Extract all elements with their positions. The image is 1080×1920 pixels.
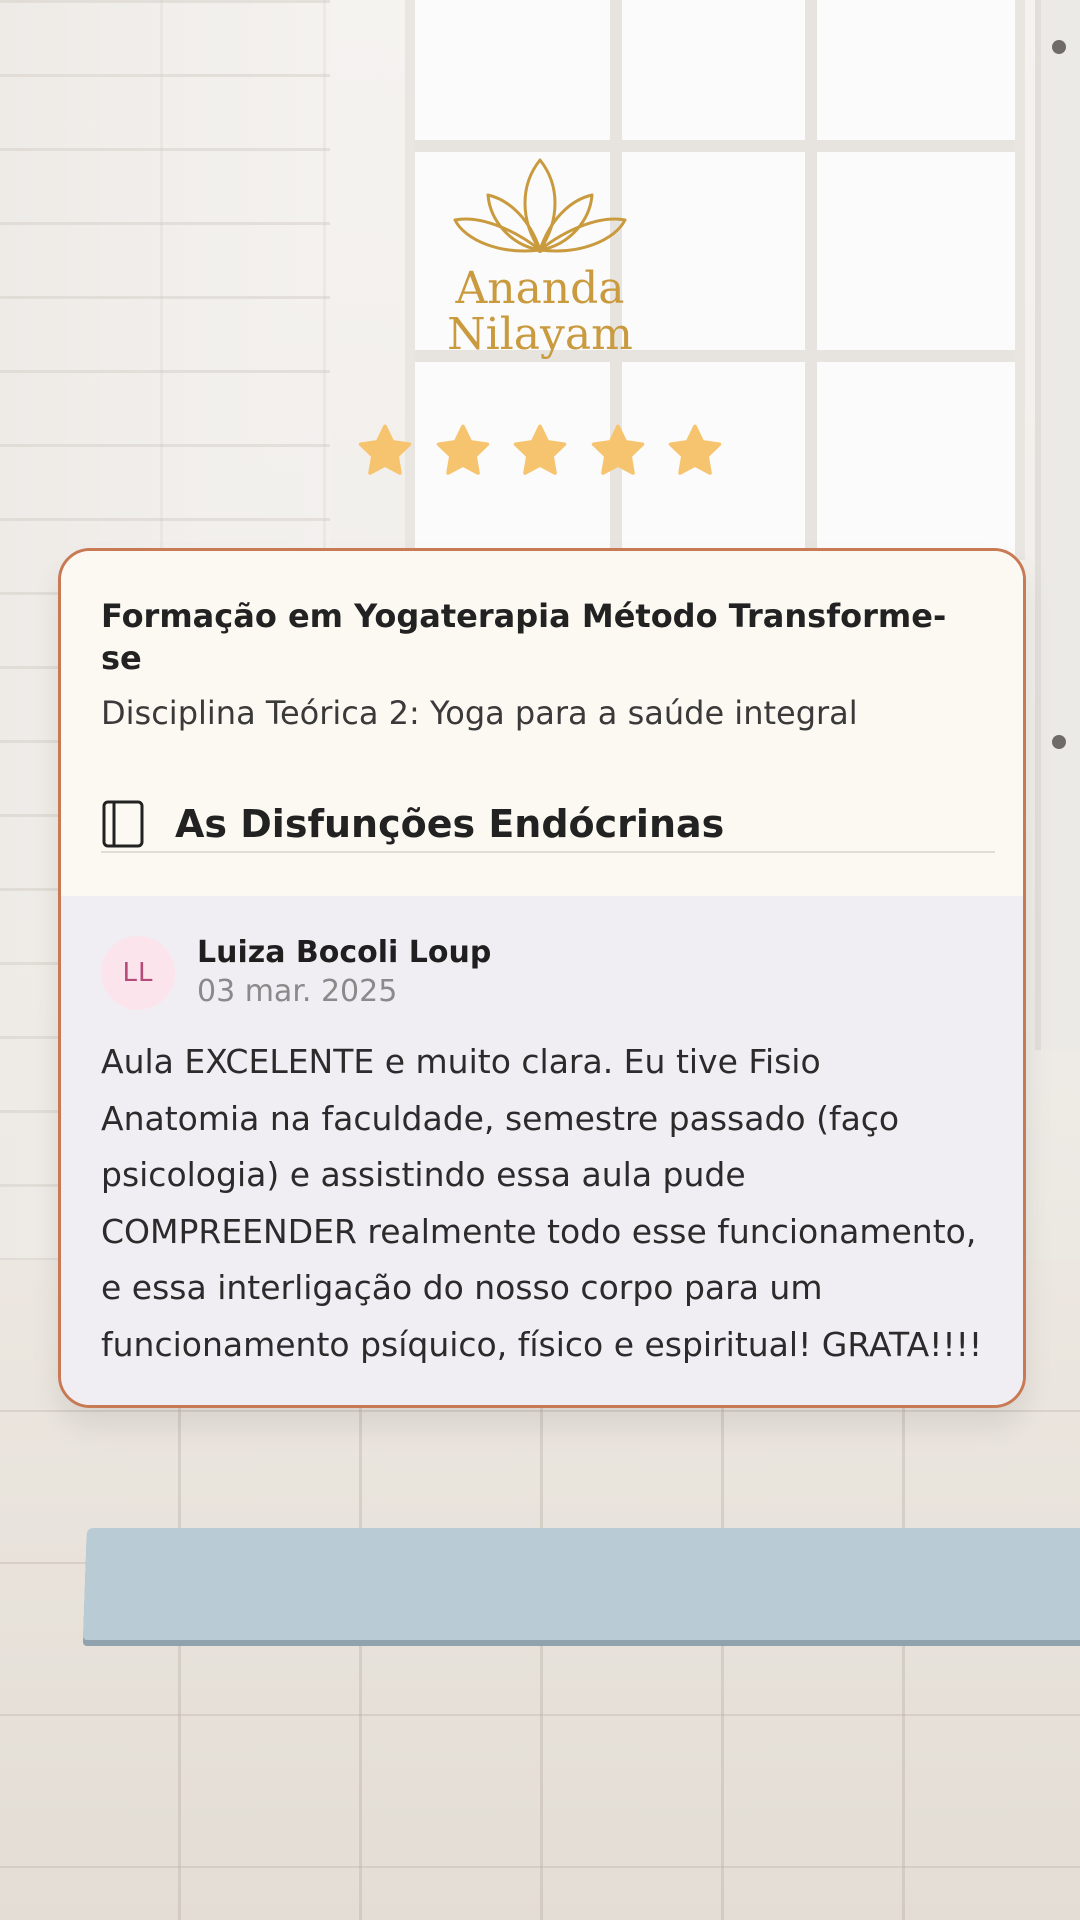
star-icon [358,424,412,475]
lesson-row: As Disfunções Endócrinas [101,799,983,849]
course-header: Formação em Yogaterapia Método Transform… [61,551,1023,896]
review-section: LL Luiza Bocoli Loup 03 mar. 2025 Aula E… [61,896,1023,1405]
rating-stars [356,422,724,480]
brand-name-line2: Nilayam [447,309,633,360]
course-title: Formação em Yogaterapia Método Transform… [101,597,947,677]
review-text: Aula EXCELENTE e muito clara. Eu tive Fi… [101,1042,983,1364]
door-knob [1052,735,1066,749]
star-icon [668,424,722,475]
lesson-title: As Disfunções Endócrinas [175,802,725,846]
star-icon [436,424,489,475]
course-subtitle: Disciplina Teórica 2: Yoga para a saúde … [101,694,858,732]
window-mullion [805,0,817,560]
reviewer-info: LL Luiza Bocoli Loup 03 mar. 2025 [101,934,983,1012]
avatar: LL [101,936,175,1010]
reviewer-name: Luiza Bocoli Loup [197,935,492,970]
background-door [1035,0,1080,1050]
star-icon [591,424,644,475]
review-date: 03 mar. 2025 [197,974,398,1009]
brand-name: Ananda Nilayam [440,266,640,358]
brand-name-line1: Ananda [455,263,625,314]
lotus-icon [453,158,627,253]
divider [101,851,995,853]
book-icon [102,800,144,848]
door-knob [1052,40,1066,54]
yoga-mat [83,1528,1080,1640]
brand-logo: Ananda Nilayam [440,150,640,358]
star-icon [513,424,567,475]
review-card: Formação em Yogaterapia Método Transform… [58,548,1026,1408]
